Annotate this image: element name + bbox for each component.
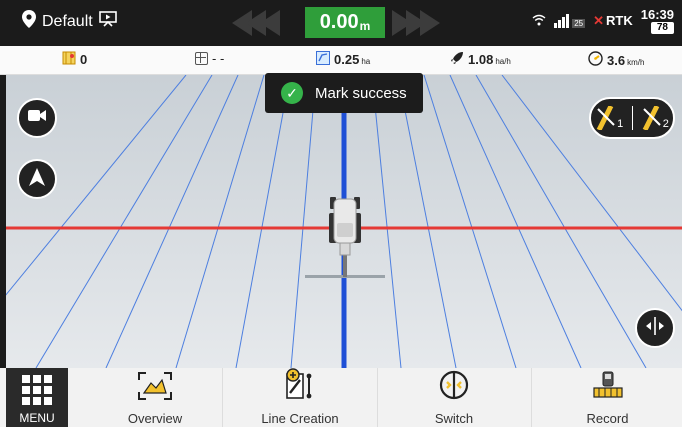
ab-line-1-icon xyxy=(596,106,615,130)
nav-overview[interactable]: Overview xyxy=(90,368,220,427)
area-stat: - - xyxy=(195,51,224,66)
camera-icon xyxy=(28,109,46,127)
speed-stat: 3.6 km/h xyxy=(588,51,644,69)
toast-notification: ✓ Mark success xyxy=(265,73,423,113)
nav-record[interactable]: Record xyxy=(533,368,682,427)
switch-icon xyxy=(439,370,469,403)
center-align-button[interactable] xyxy=(635,308,675,348)
speed-value: 0.00 xyxy=(319,11,359,33)
clock-battery: 16:39 78 xyxy=(641,8,674,34)
nav-line-creation[interactable]: Line Creation xyxy=(224,368,376,427)
overview-label: Overview xyxy=(127,411,183,426)
ab-point-1-button[interactable]: 1 xyxy=(595,106,623,130)
speedometer-icon xyxy=(588,51,603,69)
field-area-icon xyxy=(316,51,330,68)
line-creation-icon xyxy=(285,368,315,403)
line-creation-label: Line Creation xyxy=(261,411,339,426)
ab-point-1-label: 1 xyxy=(617,118,624,130)
presentation-icon[interactable] xyxy=(98,11,117,32)
switch-label: Switch xyxy=(434,411,474,426)
count-stat: 0 xyxy=(62,51,87,68)
ab-line-2-icon xyxy=(642,106,661,130)
ab-point-2-label: 2 xyxy=(662,118,669,130)
top-status-bar: Default 0.00 m 25 ✕ RTK 16:39 78 xyxy=(0,0,682,46)
speed-stat-unit: km/h xyxy=(627,57,645,67)
worked-area-stat: 0.25 ha xyxy=(316,51,370,68)
bottom-navigation: MENU Overview Line Creation Switch Recor… xyxy=(0,368,682,427)
area-value: - - xyxy=(212,51,225,66)
profile-selector[interactable]: Default xyxy=(22,10,117,33)
rtk-label: RTK xyxy=(606,13,633,28)
navigation-button[interactable] xyxy=(17,159,57,199)
work-info-bar: 0 - - 0.25 ha 1.08 ha/h 3.6 km/h xyxy=(0,46,682,75)
rtk-status: ✕ RTK xyxy=(593,13,633,29)
clock-time: 16:39 xyxy=(640,7,674,22)
success-check-icon: ✓ xyxy=(281,82,303,104)
efficiency-stat: 1.08 ha/h xyxy=(450,51,511,68)
record-icon xyxy=(591,370,625,403)
area-grid-icon xyxy=(195,52,208,65)
camera-button[interactable] xyxy=(17,98,57,138)
worked-area-unit: ha xyxy=(361,57,371,66)
system-status: 25 ✕ RTK 16:39 78 xyxy=(532,8,674,34)
nav-switch[interactable]: Switch xyxy=(379,368,529,427)
center-align-icon xyxy=(644,316,666,340)
menu-label: MENU xyxy=(19,411,55,425)
menu-button[interactable]: MENU xyxy=(6,368,68,427)
field-map-view[interactable] xyxy=(6,75,682,368)
signal-icon: 25 xyxy=(554,14,586,28)
efficiency-value: 1.08 xyxy=(468,52,494,67)
profile-name: Default xyxy=(42,12,93,30)
count-value: 0 xyxy=(80,52,88,67)
battery-level: 78 xyxy=(650,22,674,34)
navigation-arrow-icon xyxy=(29,167,45,191)
left-offset-arrows[interactable] xyxy=(232,10,280,36)
ab-line-controls: 1 2 xyxy=(589,97,675,139)
wifi-icon xyxy=(532,14,546,29)
menu-grid-icon xyxy=(22,375,52,405)
sim-badge: 25 xyxy=(572,19,586,28)
speed-stat-value: 3.6 xyxy=(607,52,626,68)
tractor-icon xyxy=(302,193,388,288)
ab-point-2-button[interactable]: 2 xyxy=(641,106,669,130)
toast-message: Mark success xyxy=(315,84,407,102)
rocket-icon xyxy=(450,51,464,68)
rtk-error-icon: ✕ xyxy=(593,13,605,28)
map-icon xyxy=(62,51,76,68)
speed-display: 0.00 m xyxy=(305,7,385,38)
location-pin-icon xyxy=(22,10,36,33)
worked-area-value: 0.25 xyxy=(334,52,360,67)
efficiency-unit: ha/h xyxy=(495,57,511,66)
overview-icon xyxy=(138,372,172,403)
record-label: Record xyxy=(586,411,629,426)
speed-unit: m xyxy=(359,18,371,33)
right-offset-arrows[interactable] xyxy=(392,10,440,36)
